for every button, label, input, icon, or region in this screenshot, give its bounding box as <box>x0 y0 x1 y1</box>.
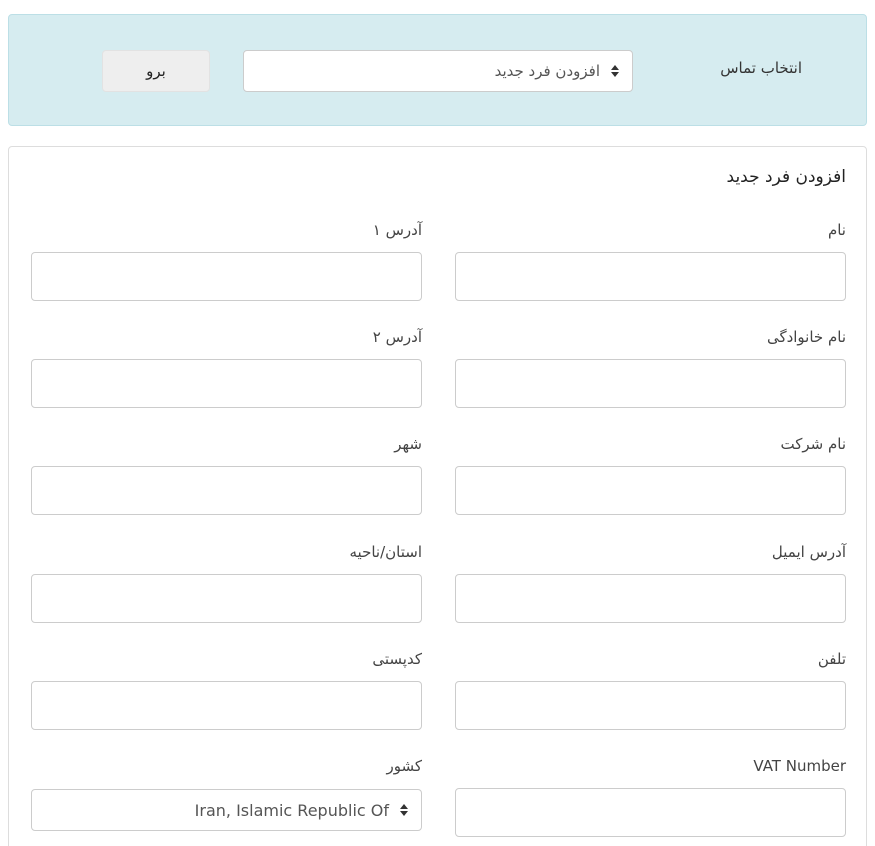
go-button[interactable]: برو <box>102 50 210 92</box>
company-field[interactable] <box>455 466 846 515</box>
country-select[interactable]: Iran, Islamic Republic Of <box>31 789 422 831</box>
page: انتخاب تماس افزودن فرد جدید برو افزودن ف… <box>0 0 875 846</box>
email-label: آدرس ایمیل <box>771 543 846 561</box>
postcode-field[interactable] <box>31 681 422 730</box>
country-select-value: Iran, Islamic Republic Of <box>194 800 389 820</box>
address2-label: آدرس ۲ <box>372 328 422 346</box>
last-name-field[interactable] <box>455 359 846 408</box>
address1-field[interactable] <box>31 252 422 301</box>
vat-number-field[interactable] <box>455 788 846 837</box>
city-field[interactable] <box>31 466 422 515</box>
address2-field[interactable] <box>31 359 422 408</box>
first-name-label: نام <box>827 221 846 239</box>
form-title: افزودن فرد جدید <box>726 167 846 187</box>
contact-select-label: انتخاب تماس <box>720 59 802 77</box>
state-field[interactable] <box>31 574 422 623</box>
country-label: کشور <box>386 757 422 775</box>
contact-select[interactable]: افزودن فرد جدید <box>243 50 633 92</box>
city-label: شهر <box>394 435 422 453</box>
state-label: استان/ناحیه <box>349 543 423 561</box>
vat-number-label: VAT Number <box>753 757 846 775</box>
company-label: نام شرکت <box>780 435 846 453</box>
new-person-form: افزودن فرد جدید نام آدرس ۱ نام خانوادگی … <box>8 146 867 846</box>
address1-label: آدرس ۱ <box>372 221 422 239</box>
select-arrows-icon <box>399 803 409 817</box>
phone-label: تلفن <box>817 650 846 668</box>
contact-selector-panel: انتخاب تماس افزودن فرد جدید برو <box>8 14 867 126</box>
phone-field[interactable] <box>455 681 846 730</box>
select-arrows-icon <box>610 64 620 78</box>
last-name-label: نام خانوادگی <box>766 328 846 346</box>
first-name-field[interactable] <box>455 252 846 301</box>
postcode-label: کدپستی <box>372 650 422 668</box>
email-field[interactable] <box>455 574 846 623</box>
contact-select-value: افزودن فرد جدید <box>494 62 600 80</box>
